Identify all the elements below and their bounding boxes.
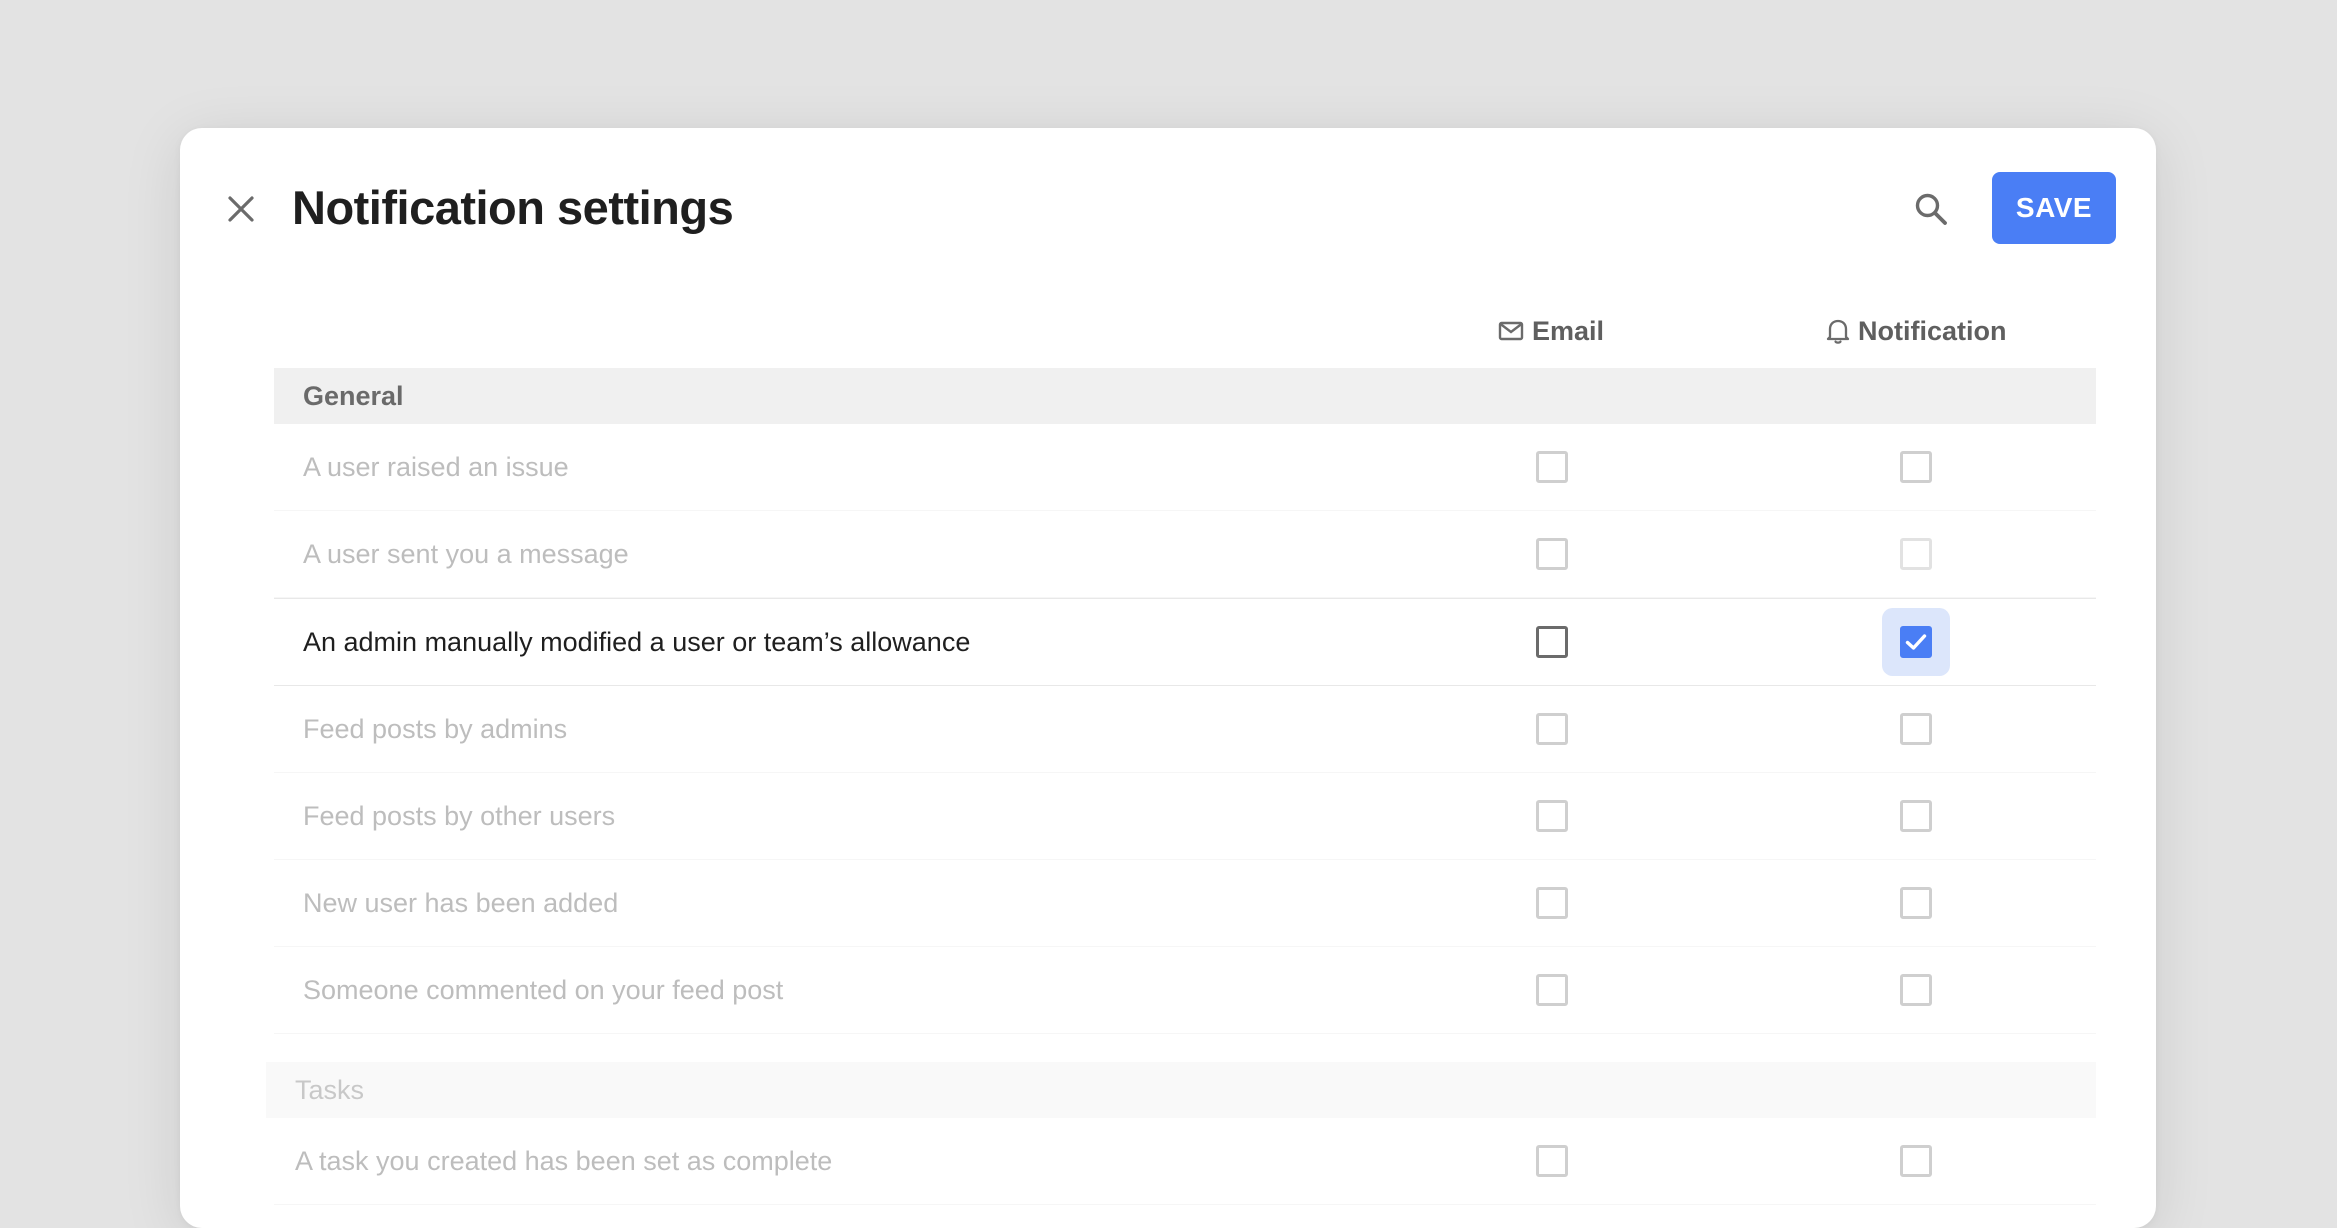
- close-button[interactable]: [220, 188, 262, 230]
- table-row: Feed posts by other users: [274, 773, 2096, 860]
- notification-checkbox[interactable]: [1900, 800, 1932, 832]
- bell-icon: [1826, 319, 1850, 344]
- row-label: A task you created has been set as compl…: [295, 1145, 833, 1176]
- notification-checkbox[interactable]: [1900, 887, 1932, 919]
- search-icon: [1915, 193, 1947, 225]
- table-row: A user raised an issue: [274, 424, 2096, 511]
- notification-checkbox[interactable]: [1900, 626, 1932, 658]
- notification-checkbox[interactable]: [1900, 1145, 1932, 1177]
- table-row: A task you created has been set as compl…: [274, 1118, 2096, 1205]
- email-checkbox[interactable]: [1536, 974, 1568, 1006]
- row-label: A user raised an issue: [303, 451, 569, 482]
- mail-icon: [1498, 321, 1524, 341]
- page-title: Notification settings: [292, 181, 734, 234]
- checkmark-icon: [1905, 634, 1927, 650]
- row-label: Someone commented on your feed post: [303, 974, 784, 1005]
- notification-checkbox[interactable]: [1900, 451, 1932, 483]
- email-column-header: Email: [1498, 306, 1604, 356]
- notification-column-header: Notification: [1826, 306, 2007, 356]
- table-row: An admin manually modified a user or tea…: [274, 598, 2096, 686]
- email-checkbox[interactable]: [1536, 800, 1568, 832]
- table-row: Someone commented on your feed post: [274, 947, 2096, 1034]
- table-row: New user has been added: [274, 860, 2096, 947]
- section-header-tasks: Tasks: [266, 1062, 2096, 1118]
- notification-checkbox[interactable]: [1900, 974, 1932, 1006]
- email-checkbox[interactable]: [1536, 538, 1568, 570]
- search-button[interactable]: [1906, 184, 1956, 234]
- close-icon: [228, 196, 254, 222]
- notification-checkbox[interactable]: [1900, 538, 1932, 570]
- table-row: A user sent you a message: [274, 511, 2096, 598]
- email-checkbox[interactable]: [1536, 713, 1568, 745]
- email-checkbox[interactable]: [1536, 1145, 1568, 1177]
- row-label: Feed posts by other users: [303, 800, 616, 831]
- section-header-general: General: [274, 368, 2096, 424]
- section-label: Tasks: [295, 1074, 365, 1105]
- email-checkbox[interactable]: [1536, 451, 1568, 483]
- notification-settings-dialog: Notification settings SAVE Email Notific…: [180, 128, 2156, 1228]
- email-column-label: Email: [1532, 315, 1605, 346]
- settings-table: General A user raised an issue A user se…: [266, 368, 2096, 1205]
- notification-checkbox[interactable]: [1900, 713, 1932, 745]
- row-label: An admin manually modified a user or tea…: [303, 626, 971, 657]
- notification-column-label: Notification: [1858, 315, 2007, 346]
- email-checkbox[interactable]: [1536, 887, 1568, 919]
- row-label: Feed posts by admins: [303, 713, 568, 744]
- table-row: Feed posts by admins: [274, 686, 2096, 773]
- row-label: New user has been added: [303, 887, 619, 918]
- section-label: General: [303, 380, 404, 411]
- email-checkbox[interactable]: [1536, 626, 1568, 658]
- save-button[interactable]: SAVE: [1992, 172, 2116, 244]
- row-label: A user sent you a message: [303, 538, 629, 569]
